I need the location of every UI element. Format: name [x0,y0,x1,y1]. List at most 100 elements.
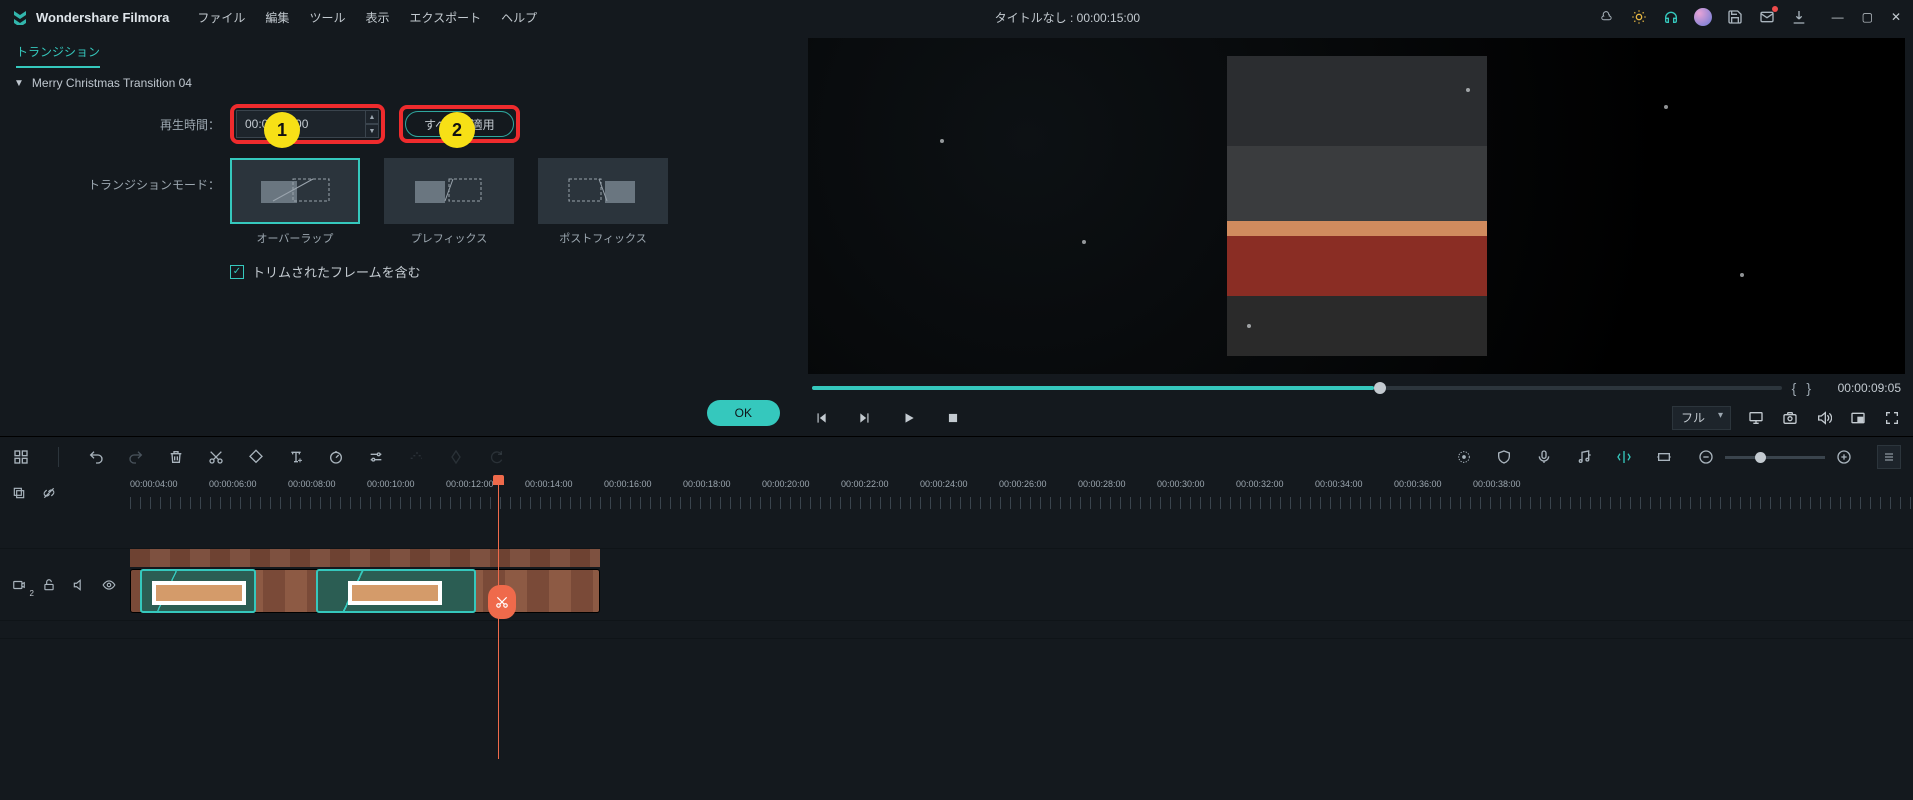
ruler-tick: 00:00:10:00 [367,479,415,489]
project-title: タイトルなし : 00:00:15:00 [537,9,1597,26]
app-logo [12,9,28,25]
sun-icon[interactable] [1630,8,1648,26]
ruler-tick: 00:00:28:00 [1078,479,1126,489]
titlebar: Wondershare Filmora ファイル 編集 ツール 表示 エクスポー… [0,0,1913,34]
menu-help[interactable]: ヘルプ [501,9,537,26]
keyframe-icon[interactable] [447,448,465,466]
menu-edit[interactable]: 編集 [265,9,289,26]
volume-icon[interactable] [1815,409,1833,427]
redo-icon[interactable] [127,448,145,466]
adjust-icon[interactable] [367,448,385,466]
color-icon[interactable] [1455,448,1473,466]
section-title: Merry Christmas Transition 04 [32,76,192,90]
download-icon[interactable] [1790,8,1808,26]
duration-label: 再生時間： [24,116,230,133]
speed-icon[interactable] [327,448,345,466]
mode-postfix[interactable]: ポストフィックス [538,158,668,246]
ruler-tick: 00:00:38:00 [1473,479,1521,489]
mode-prefix[interactable]: プレフィックス [384,158,514,246]
ruler-tick: 00:00:16:00 [604,479,652,489]
track-link-icon[interactable] [40,484,58,502]
layout-icon[interactable] [12,448,30,466]
highlight-duration: ▲ ▼ [230,104,385,144]
tag-icon[interactable] [247,448,265,466]
trim-frames-checkbox[interactable]: ✓ トリムされたフレームを含む [230,262,776,281]
sync-icon[interactable] [487,448,505,466]
clip-thumb-strip [130,549,600,567]
time-ruler[interactable]: 00:00:04:00 00:00:06:00 00:00:08:00 00:0… [130,477,1913,509]
play-icon[interactable] [900,409,918,427]
cut-icon[interactable] [207,448,225,466]
save-icon[interactable] [1726,8,1744,26]
track-audio[interactable] [130,621,1913,638]
mark-in-button[interactable]: { [1792,380,1797,396]
main-menu: ファイル 編集 ツール 表示 エクスポート ヘルプ [197,9,537,26]
menu-tool[interactable]: ツール [309,9,345,26]
headset-icon[interactable] [1662,8,1680,26]
audio-icon[interactable] [407,448,425,466]
transition-clip[interactable] [316,569,476,613]
undo-icon[interactable] [87,448,105,466]
zoom-out-icon[interactable] [1697,448,1715,466]
duration-step-down[interactable]: ▼ [365,124,379,138]
message-icon[interactable] [1758,8,1776,26]
track-video-icon[interactable]: 2 [10,576,28,594]
step-forward-icon[interactable] [856,409,874,427]
track-empty[interactable] [130,509,1913,548]
section-header[interactable]: ▼ Merry Christmas Transition 04 [0,68,800,98]
delete-icon[interactable] [167,448,185,466]
menu-file[interactable]: ファイル [197,9,245,26]
duration-step-up[interactable]: ▲ [365,110,379,124]
track-visible-icon[interactable] [100,576,118,594]
mode-overlap[interactable]: オーバーラップ [230,158,360,246]
quality-select[interactable]: フル [1672,406,1731,430]
menu-export[interactable]: エクスポート [409,9,481,26]
timeline: 00:00:04:00 00:00:06:00 00:00:08:00 00:0… [0,436,1913,800]
split-badge[interactable] [488,585,516,619]
ruler-tick: 00:00:22:00 [841,479,889,489]
track-lock-icon[interactable] [40,576,58,594]
track-video[interactable] [130,549,1913,620]
ruler-tick: 00:00:30:00 [1157,479,1205,489]
preview-timecode: 00:00:09:05 [1821,381,1901,395]
fullscreen-icon[interactable] [1883,409,1901,427]
cloud-icon[interactable] [1598,8,1616,26]
step-back-icon[interactable] [812,409,830,427]
mode-label: トランジションモード： [24,156,230,193]
duration-input[interactable] [236,110,366,138]
music-icon[interactable] [1575,448,1593,466]
panel-toggle-icon[interactable] [1877,445,1901,469]
fit-icon[interactable] [1655,448,1673,466]
transition-clip[interactable] [140,569,256,613]
zoom-slider[interactable] [1725,456,1825,459]
seek-bar[interactable] [812,386,1782,390]
zoom-in-icon[interactable] [1835,448,1853,466]
mic-icon[interactable] [1535,448,1553,466]
safe-icon[interactable] [1495,448,1513,466]
ruler-tick: 00:00:36:00 [1394,479,1442,489]
ruler-tick: 00:00:12:00 [446,479,494,489]
annotation-2: 2 [439,112,475,148]
ok-button[interactable]: OK [707,400,780,426]
annotation-1: 1 [264,112,300,148]
properties-panel: トランジション ▼ Merry Christmas Transition 04 … [0,34,800,436]
pip-icon[interactable] [1849,409,1867,427]
mark-out-button[interactable]: } [1806,380,1811,396]
menu-view[interactable]: 表示 [365,9,389,26]
track-copy-icon[interactable] [10,484,28,502]
text-icon[interactable] [287,448,305,466]
window-minimize[interactable]: — [1832,10,1844,24]
window-close[interactable]: ✕ [1891,10,1901,24]
ruler-tick: 00:00:24:00 [920,479,968,489]
marker-icon[interactable] [1615,448,1633,466]
track-mute-icon[interactable] [70,576,88,594]
preview-viewport[interactable] [808,38,1905,374]
avatar-icon[interactable] [1694,8,1712,26]
snapshot-icon[interactable] [1781,409,1799,427]
window-maximize[interactable]: ▢ [1862,10,1873,24]
display-icon[interactable] [1747,409,1765,427]
tab-transition[interactable]: トランジション [16,43,100,68]
ruler-tick: 00:00:26:00 [999,479,1047,489]
stop-icon[interactable] [944,409,962,427]
trim-frames-label: トリムされたフレームを含む [252,262,421,281]
